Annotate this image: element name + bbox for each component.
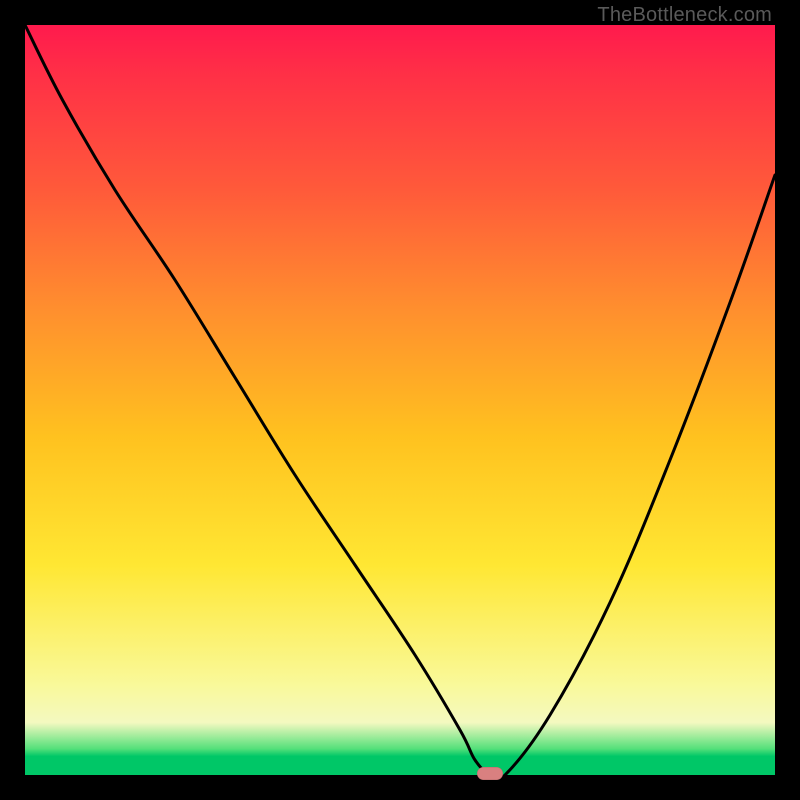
optimal-point-marker — [477, 767, 503, 780]
watermark-text: TheBottleneck.com — [597, 4, 772, 27]
bottleneck-curve — [25, 25, 775, 775]
chart-frame: TheBottleneck.com — [0, 0, 800, 800]
plot-area — [25, 25, 775, 775]
